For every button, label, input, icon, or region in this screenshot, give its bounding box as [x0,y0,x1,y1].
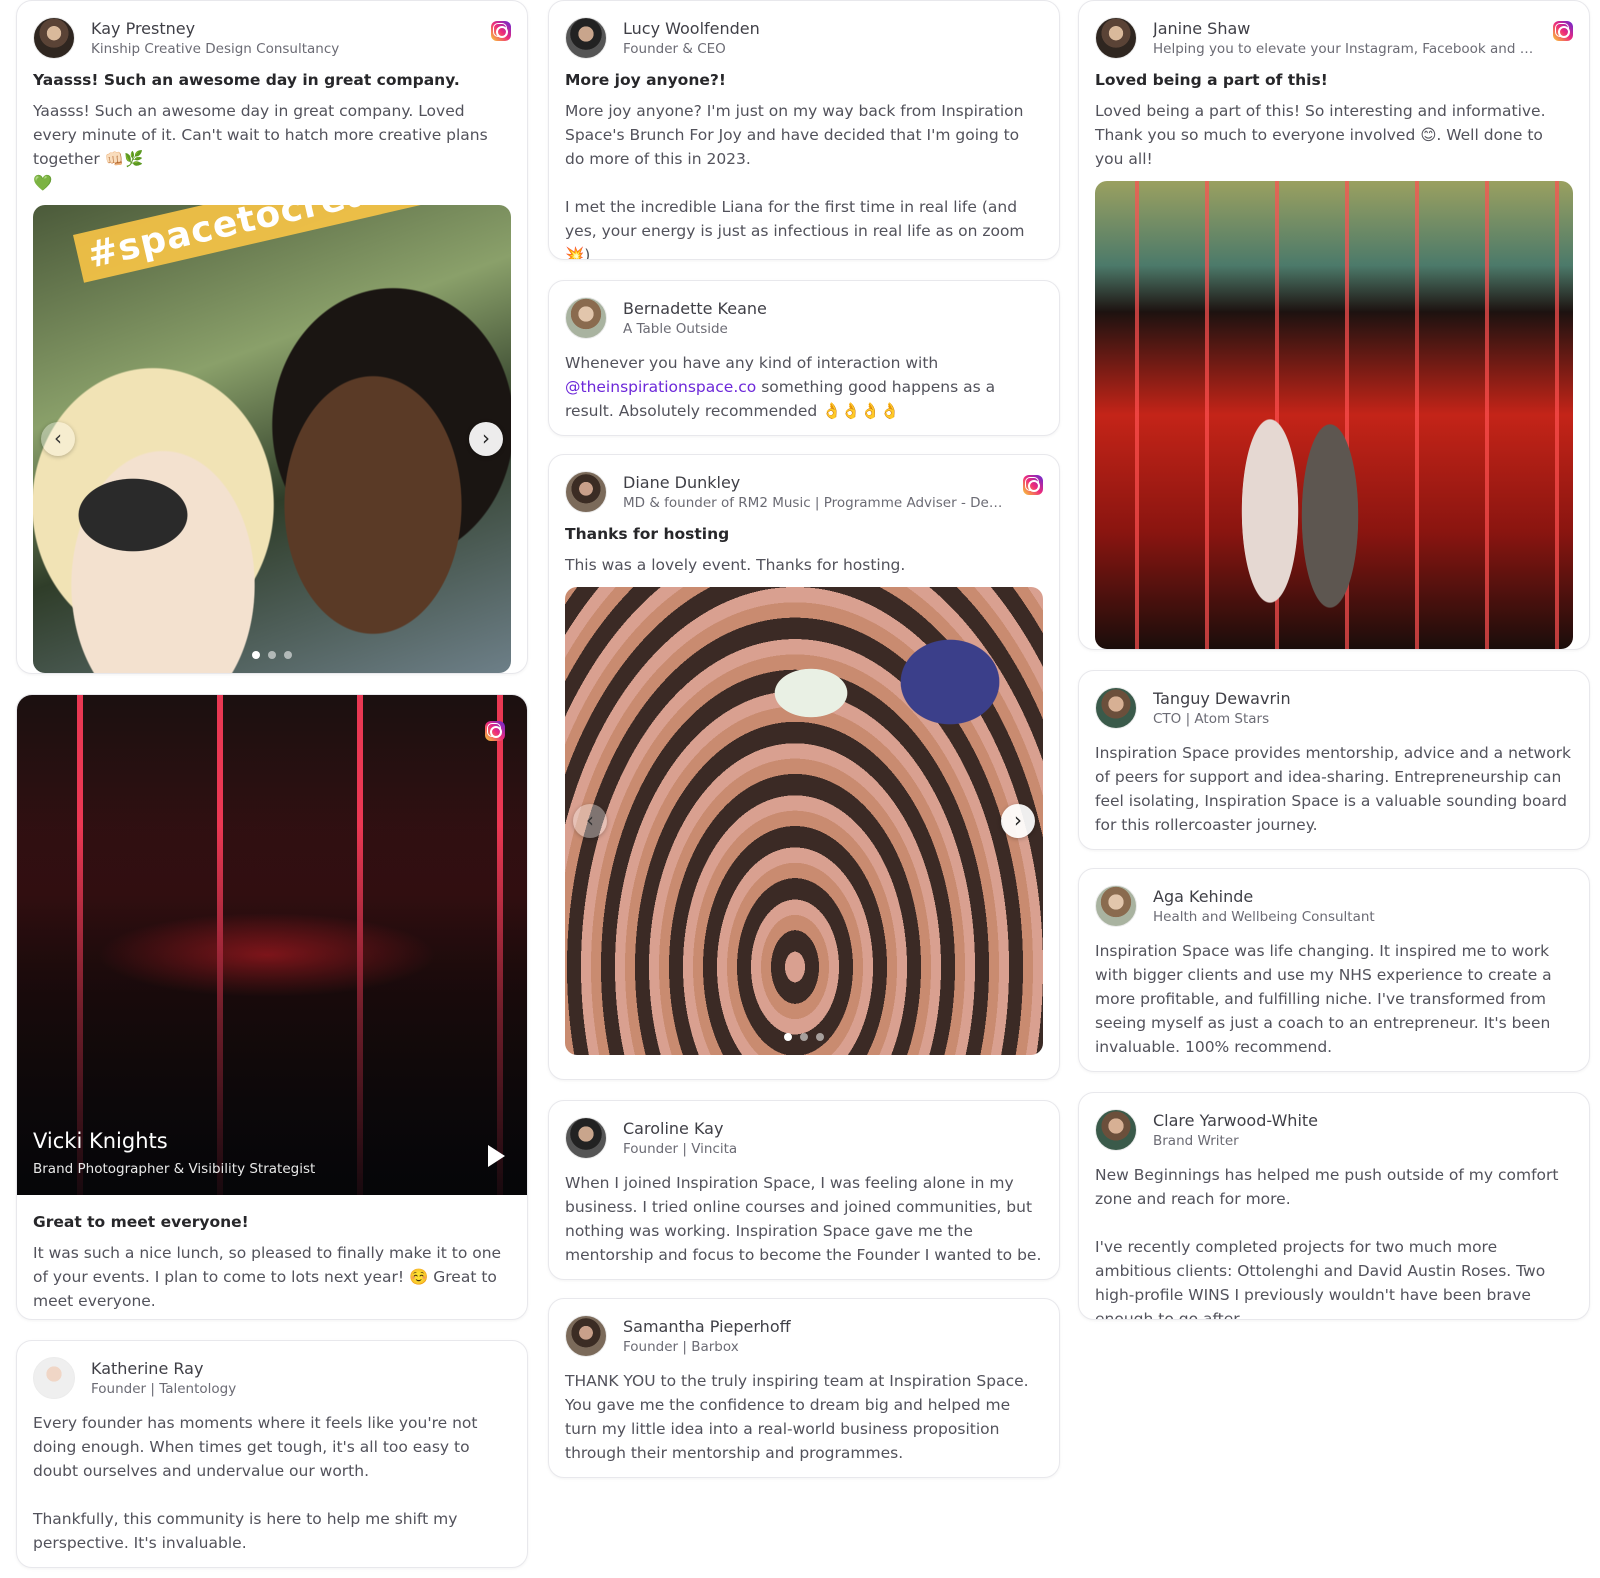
avatar[interactable] [565,1117,607,1159]
carousel-prev-button[interactable]: ‹ [573,804,607,838]
post-body: Whenever you have any kind of interactio… [565,351,1043,423]
video-player[interactable]: Vicki Knights Brand Photographer & Visib… [17,695,527,1195]
author-subtitle: Founder | Barbox [623,1339,739,1355]
avatar[interactable] [1095,885,1137,927]
post-body: Every founder has moments where it feels… [33,1414,478,1552]
author-name[interactable]: Samantha Pieperhoff [623,1317,791,1336]
author-subtitle: MD & founder of RM2 Music | Programme Ad… [623,495,1007,511]
carousel-dot[interactable] [800,1033,808,1041]
post-title: Yaasss! Such an awesome day in great com… [33,71,460,89]
author-name[interactable]: Lucy Woolfenden [623,19,760,38]
author-subtitle: Kinship Creative Design Consultancy [91,41,340,57]
author-subtitle: Founder & CEO [623,41,726,57]
photo-hashtag-sticker: #spacetocreate2018 [73,205,511,283]
testimonial-card-tanguy: Tanguy Dewavrin CTO | Atom Stars Inspira… [1078,670,1590,850]
post-body: New Beginnings has helped me push outsid… [1095,1166,1559,1320]
carousel-dots [565,1026,1043,1045]
author-subtitle: Brand Writer [1153,1133,1239,1149]
carousel-next-button[interactable]: › [1001,804,1035,838]
post-body: Yaasss! Such an awesome day in great com… [33,102,488,192]
author-name[interactable]: Diane Dunkley [623,473,740,492]
post-body: When I joined Inspiration Space, I was f… [565,1174,1042,1264]
post-title: More joy anyone?! [565,71,726,89]
post-body: THANK YOU to the truly inspiring team at… [565,1372,1029,1462]
testimonial-card-caroline: Caroline Kay Founder | Vincita When I jo… [548,1100,1060,1280]
testimonial-card-aga: Aga Kehinde Health and Wellbeing Consult… [1078,868,1590,1072]
testimonial-card-janine: Janine Shaw Helping you to elevate your … [1078,0,1590,650]
avatar[interactable] [565,471,607,513]
testimonial-card-clare: Clare Yarwood-White Brand Writer New Beg… [1078,1092,1590,1320]
author-subtitle: CTO | Atom Stars [1153,711,1270,727]
author-name[interactable]: Bernadette Keane [623,299,767,318]
carousel-prev-button[interactable]: ‹ [41,422,75,456]
author-name[interactable]: Janine Shaw [1153,19,1250,38]
author-name[interactable]: Kay Prestney [91,19,195,38]
post-body: More joy anyone? I'm just on my way back… [565,102,1025,260]
avatar[interactable] [1095,1109,1137,1151]
testimonial-card-samantha: Samantha Pieperhoff Founder | Barbox THA… [548,1298,1060,1478]
post-body: This was a lovely event. Thanks for host… [565,556,906,574]
avatar[interactable] [1095,17,1137,59]
post-title: Thanks for hosting [565,525,730,543]
avatar[interactable] [33,1357,75,1399]
testimonial-card-kay: Kay Prestney Kinship Creative Design Con… [16,0,528,674]
instagram-icon[interactable] [491,21,511,41]
testimonial-card-diane: Diane Dunkley MD & founder of RM2 Music … [548,454,1060,1080]
author-subtitle: Health and Wellbeing Consultant [1153,909,1375,925]
author-subtitle: Founder | Talentology [91,1381,237,1397]
author-subtitle: Founder | Vincita [623,1141,738,1157]
post-body: Inspiration Space was life changing. It … [1095,942,1552,1056]
post-body: It was such a nice lunch, so pleased to … [33,1244,502,1310]
instagram-icon[interactable] [1023,475,1043,495]
avatar[interactable] [33,17,75,59]
author-name[interactable]: Vicki Knights [33,1129,168,1153]
carousel-dot[interactable] [252,651,260,659]
avatar[interactable] [1095,687,1137,729]
carousel-dot[interactable] [816,1033,824,1041]
author-subtitle: Brand Photographer & Visibility Strategi… [33,1161,316,1177]
carousel-dot[interactable] [268,651,276,659]
testimonial-card-vicki: Vicki Knights Brand Photographer & Visib… [16,694,528,1320]
author-name[interactable]: Tanguy Dewavrin [1153,689,1291,708]
carousel-next-button[interactable]: › [469,422,503,456]
post-title: Great to meet everyone! [33,1213,249,1231]
post-body-text: Whenever you have any kind of interactio… [565,354,939,372]
testimonial-card-bernadette: Bernadette Keane A Table Outside Wheneve… [548,280,1060,436]
post-body: Inspiration Space provides mentorship, a… [1095,744,1572,834]
photo-carousel[interactable]: ‹ › [565,587,1043,1055]
author-subtitle: Helping you to elevate your Instagram, F… [1153,41,1537,57]
testimonial-card-katherine: Katherine Ray Founder | Talentology Ever… [16,1340,528,1568]
photo-carousel[interactable]: #spacetocreate2018 ‹ › [33,205,511,673]
play-icon[interactable] [488,1145,505,1167]
testimonial-card-lucy: Lucy Woolfenden Founder & CEO More joy a… [548,0,1060,260]
instagram-icon[interactable] [1553,21,1573,41]
author-name[interactable]: Aga Kehinde [1153,887,1253,906]
mention-link[interactable]: @theinspirationspace.co [565,378,756,396]
carousel-dots [33,644,511,663]
avatar[interactable] [565,297,607,339]
avatar[interactable] [565,1315,607,1357]
post-title: Loved being a part of this! [1095,71,1328,89]
author-name[interactable]: Katherine Ray [91,1359,203,1378]
author-subtitle: A Table Outside [623,321,728,337]
avatar[interactable] [565,17,607,59]
instagram-icon[interactable] [485,721,505,741]
carousel-dot[interactable] [284,651,292,659]
carousel-dot[interactable] [784,1033,792,1041]
post-photo[interactable] [1095,181,1573,649]
author-name[interactable]: Caroline Kay [623,1119,723,1138]
post-body: Loved being a part of this! So interesti… [1095,102,1546,168]
author-name[interactable]: Clare Yarwood-White [1153,1111,1318,1130]
